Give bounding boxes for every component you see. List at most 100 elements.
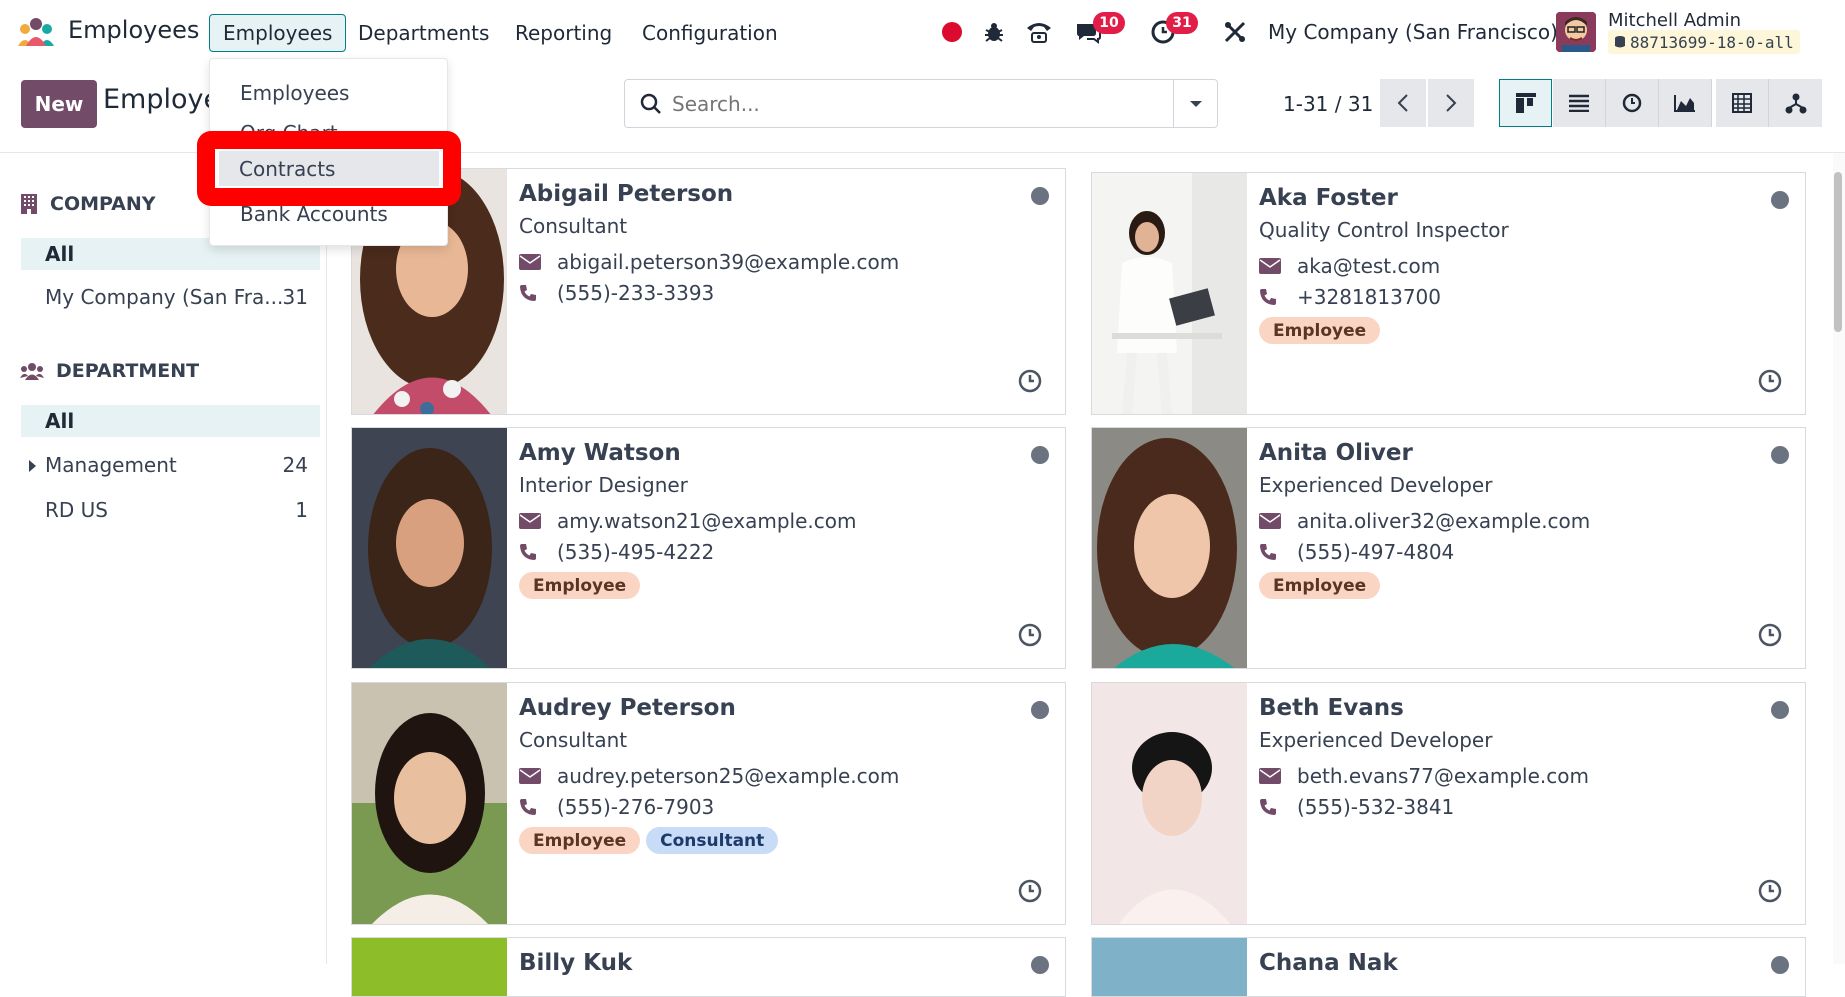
messages-badge: 10 bbox=[1093, 12, 1125, 34]
table-icon bbox=[1732, 93, 1752, 113]
envelope-icon bbox=[1259, 768, 1297, 784]
employee-email-row[interactable]: beth.evans77@example.com bbox=[1259, 764, 1589, 788]
employee-photo bbox=[1092, 938, 1247, 996]
sidebar-department-heading-label: DEPARTMENT bbox=[56, 360, 200, 382]
tag-employee: Employee bbox=[519, 827, 641, 854]
user-avatar[interactable] bbox=[1556, 12, 1596, 52]
view-kanban-button[interactable] bbox=[1499, 79, 1552, 127]
employee-card[interactable]: Aka Foster Quality Control Inspector aka… bbox=[1091, 172, 1806, 415]
sidebar-department-heading: DEPARTMENT bbox=[20, 360, 199, 382]
activity-clock-icon[interactable] bbox=[1757, 368, 1783, 394]
employee-card[interactable]: Amy Watson Interior Designer amy.watson2… bbox=[351, 427, 1066, 669]
view-list-button[interactable] bbox=[1553, 79, 1606, 127]
employee-card[interactable]: Beth Evans Experienced Developer beth.ev… bbox=[1091, 682, 1806, 925]
phone-icon bbox=[1259, 798, 1297, 816]
employee-name: Abigail Peterson bbox=[519, 181, 734, 207]
employee-job: Experienced Developer bbox=[1259, 728, 1493, 752]
activities-badge: 31 bbox=[1166, 12, 1198, 34]
company-switcher[interactable]: My Company (San Francisco) bbox=[1268, 20, 1558, 44]
tag-employee: Employee bbox=[1259, 572, 1381, 599]
pager-value[interactable]: 1-31 / 31 bbox=[1283, 92, 1373, 116]
employee-email-row[interactable]: abigail.peterson39@example.com bbox=[519, 250, 899, 274]
employee-email: beth.evans77@example.com bbox=[1297, 764, 1589, 788]
presence-status-dot bbox=[1771, 191, 1789, 209]
view-pivot-button[interactable] bbox=[1716, 79, 1769, 127]
employee-phone-row[interactable]: (555)-233-3393 bbox=[519, 281, 714, 305]
employee-email-row[interactable]: aka@test.com bbox=[1259, 254, 1440, 278]
kanban-icon bbox=[1515, 93, 1536, 113]
employee-name: Chana Nak bbox=[1259, 950, 1398, 976]
record-icon[interactable] bbox=[940, 16, 964, 48]
activity-clock-icon[interactable] bbox=[1757, 878, 1783, 904]
employee-photo bbox=[1092, 173, 1247, 414]
breadcrumb: Employees bbox=[103, 84, 211, 115]
employee-name: Beth Evans bbox=[1259, 695, 1404, 721]
envelope-icon bbox=[1259, 258, 1297, 274]
activity-clock-icon[interactable] bbox=[1017, 878, 1043, 904]
scrollbar-thumb[interactable] bbox=[1834, 172, 1842, 332]
sidebar-item-label: All bbox=[45, 409, 75, 433]
app-name[interactable]: Employees bbox=[68, 16, 199, 44]
envelope-icon bbox=[519, 768, 557, 784]
employee-card[interactable]: Billy Kuk bbox=[351, 937, 1066, 997]
employee-phone-row[interactable]: (555)-532-3841 bbox=[1259, 795, 1454, 819]
view-graph-button[interactable] bbox=[1659, 79, 1712, 127]
employee-phone-row[interactable]: (555)-497-4804 bbox=[1259, 540, 1454, 564]
employee-phone-row[interactable]: (535)-495-4222 bbox=[519, 540, 714, 564]
pager-next-button[interactable] bbox=[1428, 79, 1474, 127]
employees-app-icon[interactable] bbox=[16, 16, 56, 48]
dropdown-item-employees[interactable]: Employees bbox=[240, 81, 349, 105]
search-options-toggle[interactable] bbox=[1173, 80, 1217, 127]
employee-card[interactable]: Abigail Peterson Consultant abigail.pete… bbox=[351, 168, 1066, 415]
sidebar-department-management[interactable]: Management 24 bbox=[21, 449, 320, 481]
envelope-icon bbox=[1259, 513, 1297, 529]
sidebar-company-heading: COMPANY bbox=[20, 193, 156, 215]
employee-tags: Employee bbox=[1259, 317, 1381, 344]
phone-icon bbox=[1259, 543, 1297, 561]
pager-previous-button[interactable] bbox=[1380, 79, 1426, 127]
activity-clock-icon[interactable] bbox=[1757, 622, 1783, 648]
phone-icon[interactable] bbox=[1024, 16, 1054, 48]
database-name: 88713699-18-0-all bbox=[1630, 32, 1794, 52]
sidebar-item-label: All bbox=[45, 242, 75, 266]
employee-job: Interior Designer bbox=[519, 473, 688, 497]
employee-email-row[interactable]: audrey.peterson25@example.com bbox=[519, 764, 899, 788]
sidebar-department-rd-us[interactable]: RD US 1 bbox=[21, 494, 320, 526]
menu-employees[interactable]: Employees bbox=[209, 14, 347, 52]
employee-phone-row[interactable]: +3281813700 bbox=[1259, 285, 1441, 309]
employee-card[interactable]: Audrey Peterson Consultant audrey.peters… bbox=[351, 682, 1066, 925]
employee-name: Anita Oliver bbox=[1259, 440, 1413, 466]
employee-email-row[interactable]: amy.watson21@example.com bbox=[519, 509, 856, 533]
caret-right-icon[interactable] bbox=[29, 460, 36, 472]
tools-icon[interactable] bbox=[1222, 16, 1248, 48]
user-name[interactable]: Mitchell Admin bbox=[1608, 10, 1741, 31]
employee-job: Consultant bbox=[519, 728, 628, 752]
activity-clock-icon[interactable] bbox=[1017, 622, 1043, 648]
activity-clock-icon[interactable] bbox=[1017, 368, 1043, 394]
presence-status-dot bbox=[1031, 187, 1049, 205]
menu-departments[interactable]: Departments bbox=[345, 14, 502, 52]
sidebar-company-my-company[interactable]: My Company (San Fra... 31 bbox=[21, 281, 320, 313]
menu-configuration[interactable]: Configuration bbox=[629, 14, 791, 52]
employee-email-row[interactable]: anita.oliver32@example.com bbox=[1259, 509, 1590, 533]
employee-email: amy.watson21@example.com bbox=[557, 509, 857, 533]
tag-employee: Employee bbox=[519, 572, 641, 599]
bug-icon[interactable] bbox=[982, 16, 1006, 48]
menu-reporting[interactable]: Reporting bbox=[502, 14, 625, 52]
employee-card[interactable]: Chana Nak bbox=[1091, 937, 1806, 997]
view-activity-button[interactable] bbox=[1606, 79, 1659, 127]
envelope-icon bbox=[519, 254, 557, 270]
view-hierarchy-button[interactable] bbox=[1769, 79, 1822, 127]
new-button[interactable]: New bbox=[21, 80, 97, 128]
sidebar-item-label: My Company (San Fra... bbox=[45, 285, 284, 309]
sidebar-separator bbox=[326, 153, 327, 964]
employee-card[interactable]: Anita Oliver Experienced Developer anita… bbox=[1091, 427, 1806, 669]
employee-name: Billy Kuk bbox=[519, 950, 633, 976]
sidebar-department-all[interactable]: All bbox=[21, 405, 320, 437]
employee-name: Audrey Peterson bbox=[519, 695, 736, 721]
search-bar bbox=[624, 79, 1218, 128]
search-input[interactable] bbox=[672, 88, 1142, 120]
dropdown-item-contracts[interactable]: Contracts bbox=[219, 151, 439, 186]
presence-status-dot bbox=[1771, 956, 1789, 974]
employee-phone-row[interactable]: (555)-276-7903 bbox=[519, 795, 714, 819]
